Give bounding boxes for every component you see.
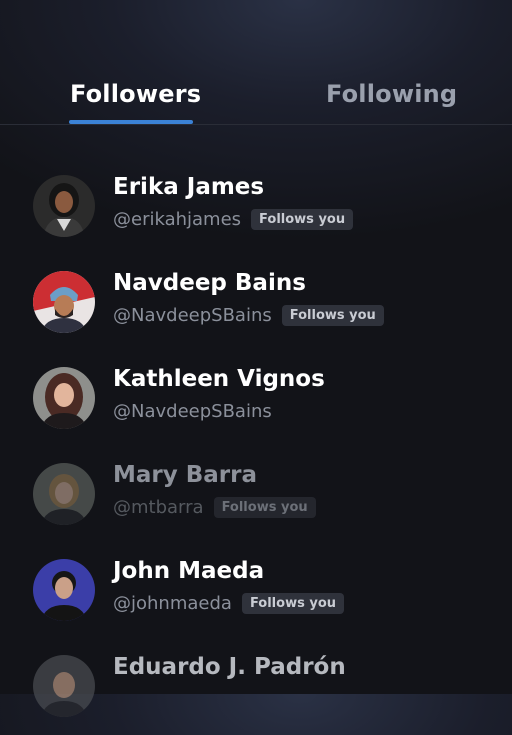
user-handle: @johnmaeda bbox=[113, 593, 232, 614]
user-handle: @NavdeepSBains bbox=[113, 401, 272, 422]
list-item[interactable]: Kathleen Vignos @NavdeepSBains bbox=[0, 366, 512, 447]
user-name[interactable]: John Maeda bbox=[113, 558, 264, 584]
user-handle: @NavdeepSBains bbox=[113, 305, 272, 326]
list-item[interactable]: Erika James @erikahjames Follows you bbox=[0, 174, 512, 255]
handle-line: @mtbarra Follows you bbox=[113, 497, 316, 518]
avatar[interactable] bbox=[33, 559, 95, 621]
follows-you-badge: Follows you bbox=[281, 305, 384, 326]
active-tab-indicator bbox=[69, 120, 193, 124]
tab-following[interactable]: Following bbox=[326, 80, 457, 108]
user-name[interactable]: Navdeep Bains bbox=[113, 270, 306, 296]
user-handle: @erikahjames bbox=[113, 209, 242, 230]
avatar[interactable] bbox=[33, 271, 95, 333]
user-handle: @mtbarra bbox=[113, 497, 204, 518]
list-item[interactable]: John Maeda @johnmaeda Follows you bbox=[0, 558, 512, 639]
avatar[interactable] bbox=[33, 463, 95, 525]
handle-line: @NavdeepSBains bbox=[113, 401, 272, 422]
tab-bar: Followers Following bbox=[0, 0, 512, 125]
follows-you-badge: Follows you bbox=[251, 209, 354, 230]
list-item[interactable]: Mary Barra @mtbarra Follows you bbox=[0, 462, 512, 543]
user-name[interactable]: Mary Barra bbox=[113, 462, 257, 488]
user-name[interactable]: Kathleen Vignos bbox=[113, 366, 325, 392]
avatar[interactable] bbox=[33, 655, 95, 717]
handle-line: @NavdeepSBains Follows you bbox=[113, 305, 384, 326]
list-item[interactable]: Eduardo J. Padrón bbox=[0, 654, 512, 735]
user-name[interactable]: Eduardo J. Padrón bbox=[113, 654, 346, 680]
list-item[interactable]: Navdeep Bains @NavdeepSBains Follows you bbox=[0, 270, 512, 351]
user-name[interactable]: Erika James bbox=[113, 174, 264, 200]
follows-you-badge: Follows you bbox=[241, 593, 344, 614]
handle-line: @erikahjames Follows you bbox=[113, 209, 354, 230]
follows-you-badge: Follows you bbox=[213, 497, 316, 518]
avatar[interactable] bbox=[33, 367, 95, 429]
avatar[interactable] bbox=[33, 175, 95, 237]
handle-line: @johnmaeda Follows you bbox=[113, 593, 344, 614]
tab-followers[interactable]: Followers bbox=[70, 80, 201, 108]
